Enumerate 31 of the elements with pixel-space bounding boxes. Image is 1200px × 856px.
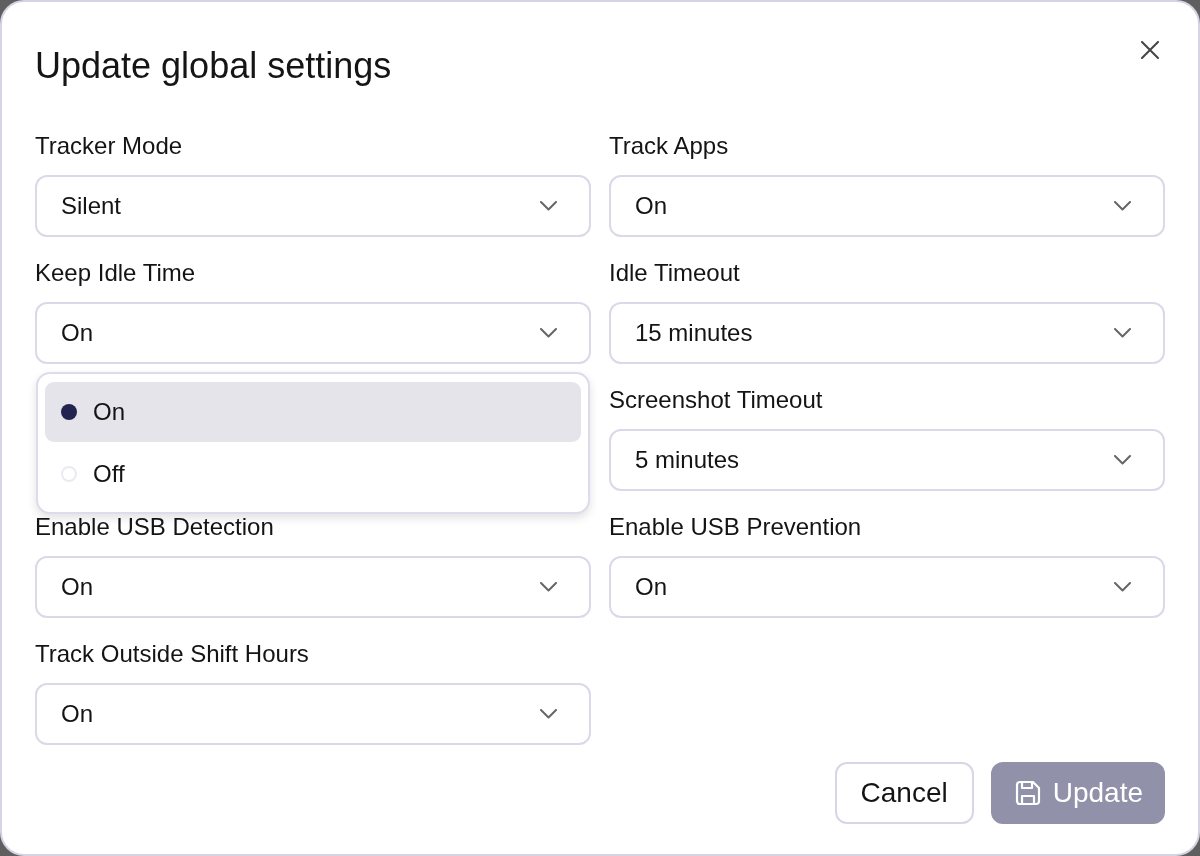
cancel-button[interactable]: Cancel	[834, 762, 974, 824]
chevron-down-icon	[540, 582, 557, 592]
field-label: Enable USB Detection	[35, 512, 275, 542]
chevron-down-icon	[1114, 455, 1131, 465]
radio-dot-icon	[61, 404, 77, 420]
field-label: Screenshot Timeout	[609, 385, 824, 415]
field-label: Keep Idle Time	[35, 258, 197, 288]
field-label: Enable USB Prevention	[609, 512, 863, 542]
chevron-down-icon	[1114, 201, 1131, 211]
select-field[interactable]: 5 minutes	[609, 429, 1165, 491]
dropdown-option[interactable]: On	[45, 382, 581, 442]
select-field[interactable]: 15 minutes	[609, 302, 1165, 364]
select-field[interactable]: On	[609, 556, 1165, 618]
chevron-down-icon	[540, 709, 557, 719]
select-field[interactable]: Silent	[35, 175, 591, 237]
field-label: Tracker Mode	[35, 131, 184, 161]
chevron-down-icon	[1114, 328, 1131, 338]
field-label: Track Apps	[609, 131, 730, 161]
close-icon[interactable]	[1141, 41, 1159, 59]
chevron-down-icon	[1114, 582, 1131, 592]
field-label: Idle Timeout	[609, 258, 741, 288]
field-label: Track Outside Shift Hours	[35, 639, 310, 669]
chevron-down-icon	[540, 201, 557, 211]
dialog-title: Update global settings	[35, 44, 392, 88]
select-field[interactable]: On	[35, 683, 591, 745]
select-field[interactable]: On	[35, 302, 591, 364]
save-icon	[1014, 780, 1041, 806]
select-field[interactable]: On	[609, 175, 1165, 237]
dropdown-option[interactable]: Off	[45, 444, 581, 504]
chevron-down-icon	[540, 328, 557, 338]
select-field[interactable]: On	[35, 556, 591, 618]
